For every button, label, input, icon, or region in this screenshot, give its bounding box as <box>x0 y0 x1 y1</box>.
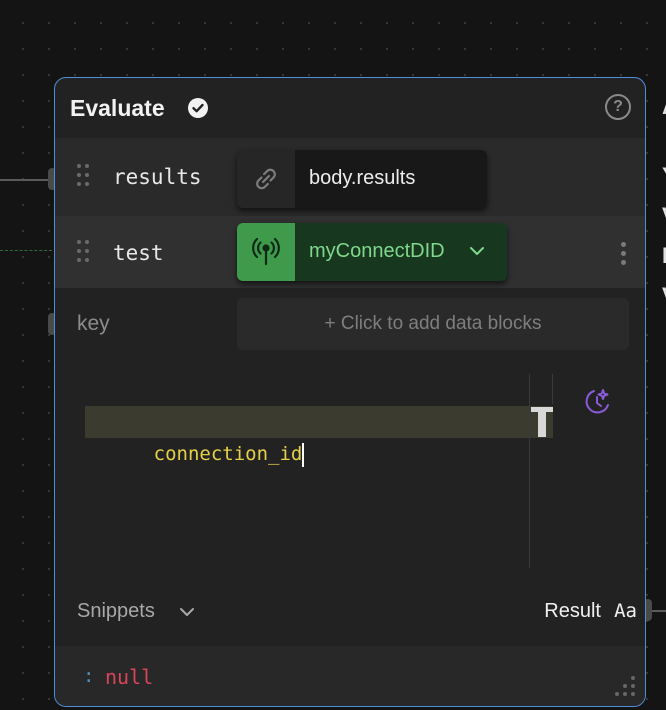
chevron-down-icon[interactable] <box>469 245 485 257</box>
node-header[interactable]: Evaluate ? <box>55 78 645 138</box>
code-editor[interactable]: results[their_did=test]. connection_id <box>85 374 565 570</box>
param-label-key: key <box>77 312 110 335</box>
editor-footer: Snippets Result Aa <box>55 578 645 646</box>
text-cursor-icon <box>531 407 553 437</box>
result-output: : null <box>55 646 645 706</box>
code-line-2-active: connection_id <box>85 406 553 467</box>
drag-handle-icon[interactable] <box>77 164 91 188</box>
result-separator: : <box>83 665 95 687</box>
data-block-results[interactable]: body.results <box>237 150 487 208</box>
param-row-test: test myConnectDID <box>55 216 645 288</box>
param-label-results: results <box>113 165 202 189</box>
connection-wire-output <box>650 610 666 612</box>
result-value: null <box>105 665 154 689</box>
snippets-dropdown[interactable]: Snippets <box>77 600 155 623</box>
adjacent-node-text: P <box>662 243 666 269</box>
verified-badge-icon <box>188 98 208 118</box>
data-block-label: myConnectDID <box>309 240 445 262</box>
text-caret <box>302 442 305 467</box>
param-row-results: results body.results <box>55 138 645 216</box>
add-data-blocks-button[interactable]: + Click to add data blocks <box>237 298 629 350</box>
broadcast-icon <box>237 223 295 281</box>
code-line-1: results[their_did=test]. <box>85 374 429 433</box>
adjacent-node-text: V <box>662 203 666 229</box>
resize-grip-icon[interactable] <box>615 676 637 698</box>
adjacent-node-text: A <box>662 94 666 120</box>
connection-wire-results <box>0 179 50 181</box>
connection-wire-test <box>0 250 52 251</box>
adjacent-node-text: Y <box>662 163 666 189</box>
node-title: Evaluate <box>70 95 165 121</box>
chevron-down-icon[interactable] <box>179 606 195 618</box>
result-type-toggle[interactable]: Aa <box>614 600 637 622</box>
param-row-key: key + Click to add data blocks <box>55 288 645 356</box>
link-icon <box>237 150 295 208</box>
ai-assist-icon[interactable] <box>581 386 613 418</box>
code-token: connection_id <box>153 443 303 465</box>
editor-divider <box>552 374 553 404</box>
result-label: Result <box>544 600 601 622</box>
data-block-test[interactable]: myConnectDID <box>237 223 507 281</box>
adjacent-node-text: V <box>662 283 666 309</box>
editor-scrollbar-track[interactable] <box>529 374 530 568</box>
evaluate-node[interactable]: Evaluate ? results body.results test myC… <box>54 77 646 707</box>
help-icon[interactable]: ? <box>605 94 631 120</box>
drag-handle-icon[interactable] <box>77 240 91 264</box>
more-options-icon[interactable] <box>621 242 627 266</box>
data-block-label: body.results <box>309 167 416 189</box>
param-label-test: test <box>113 241 164 265</box>
